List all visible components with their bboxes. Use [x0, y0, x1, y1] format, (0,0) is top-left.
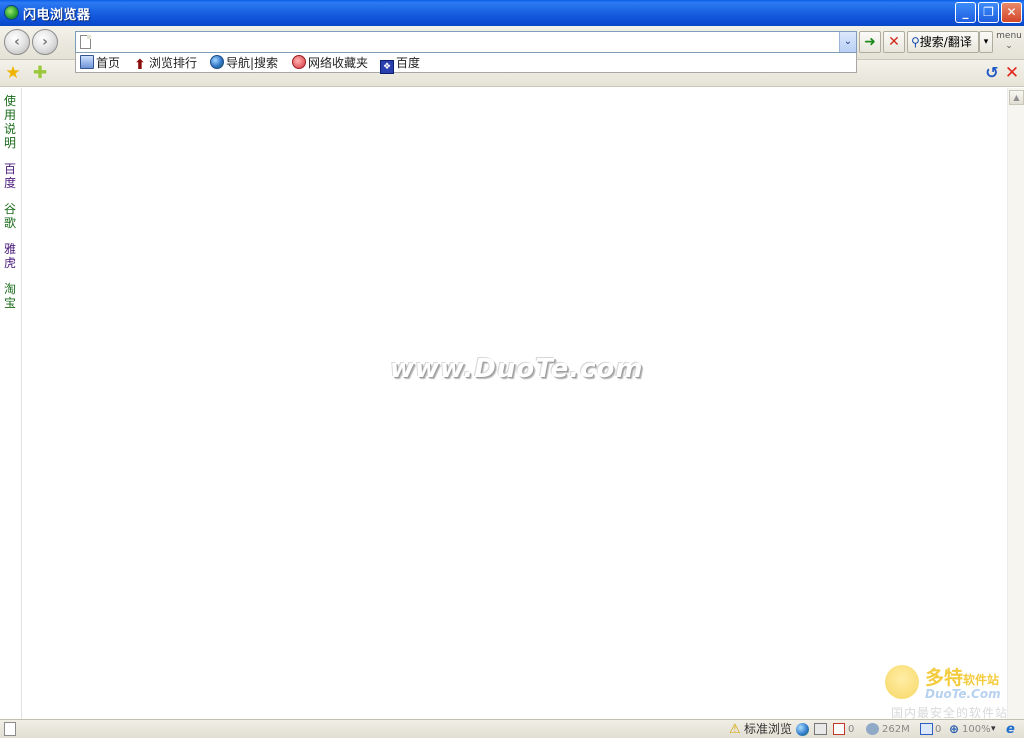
- menu-button[interactable]: menu ⌄: [996, 31, 1022, 51]
- popup-blocker-icon[interactable]: [833, 723, 845, 735]
- link-label: 导航|搜索: [226, 56, 279, 70]
- add-favorite-icon[interactable]: ✚: [31, 64, 49, 82]
- memory-icon[interactable]: [866, 723, 879, 735]
- search-dropdown-button[interactable]: ▾: [979, 31, 993, 53]
- favorites-star-icon[interactable]: ★: [4, 64, 22, 82]
- menu-chevron-icon: ⌄: [1005, 41, 1013, 51]
- vertical-scrollbar[interactable]: ▲: [1007, 88, 1024, 719]
- link-nav-search[interactable]: 导航|搜索: [210, 54, 278, 72]
- back-button[interactable]: ‹: [4, 29, 30, 55]
- window-icon[interactable]: [920, 723, 933, 735]
- duote-mascot-icon: [885, 665, 919, 699]
- zoom-icon[interactable]: ⊕: [949, 722, 959, 737]
- popup-count: 0: [848, 724, 855, 735]
- sidebar-item-baidu[interactable]: 百度: [4, 162, 18, 190]
- address-bar[interactable]: ⌄: [75, 31, 857, 53]
- link-rank[interactable]: ⬆ 浏览排行: [133, 54, 197, 72]
- minimize-button[interactable]: _: [955, 2, 976, 23]
- go-button[interactable]: ➜: [859, 31, 881, 53]
- duote-logo: 多特软件站 DuoTe.Com 国内最安全的软件站: [885, 663, 1020, 720]
- maximize-button[interactable]: ❐: [978, 2, 999, 23]
- globe-icon: [210, 55, 224, 69]
- zoom-dropdown-icon[interactable]: ▾: [991, 722, 996, 737]
- zoom-level[interactable]: 100%: [962, 722, 991, 737]
- address-dropdown-button[interactable]: ⌄: [839, 32, 856, 52]
- site-watermark: www.DuoTe.com: [390, 354, 644, 384]
- address-input[interactable]: [96, 33, 836, 51]
- sidebar-item-taobao[interactable]: 淘宝: [4, 282, 18, 310]
- close-tab-icon[interactable]: ✕: [1004, 64, 1020, 82]
- stop-button[interactable]: ✕: [883, 31, 905, 53]
- page-icon: [80, 35, 91, 49]
- globe-status-icon[interactable]: [796, 723, 809, 736]
- status-bar: ⚠ 标准浏览 0 262M 0 ⊕ 100% ▾ e: [0, 719, 1024, 738]
- screenshot-icon[interactable]: [814, 723, 827, 735]
- menu-label: menu: [996, 31, 1022, 41]
- page-content: 使用说明 百度 谷歌 雅虎 淘宝 www.DuoTe.com 多特软件站 Duo…: [0, 88, 1024, 720]
- forward-button[interactable]: ›: [32, 29, 58, 55]
- warning-icon[interactable]: ⚠: [729, 722, 741, 737]
- browse-mode-label[interactable]: 标准浏览: [744, 722, 792, 737]
- window-count: 0: [935, 724, 942, 735]
- favorites-heart-icon: [292, 55, 306, 69]
- sidebar: 使用说明 百度 谷歌 雅虎 淘宝: [0, 88, 22, 719]
- title-bar[interactable]: 闪电浏览器 _ ❐ ✕: [0, 0, 1024, 26]
- undo-close-icon[interactable]: ↺: [983, 64, 1001, 82]
- sidebar-item-yahoo[interactable]: 雅虎: [4, 242, 18, 270]
- link-home[interactable]: 首页: [80, 54, 120, 72]
- sidebar-item-google[interactable]: 谷歌: [4, 202, 18, 230]
- link-label: 百度: [396, 56, 421, 70]
- window-title: 闪电浏览器: [23, 8, 91, 23]
- rank-arrow-icon: ⬆: [134, 57, 146, 73]
- logo-en: DuoTe.Com: [925, 687, 1001, 701]
- search-translate-label: 搜索/翻译: [919, 35, 972, 49]
- status-page-icon: [4, 722, 16, 736]
- sidebar-item-help[interactable]: 使用说明: [4, 94, 18, 150]
- quick-links-bar: 首页 ⬆ 浏览排行 导航|搜索 网络收藏夹 ❖ 百度: [75, 53, 857, 74]
- link-label: 浏览排行: [149, 56, 198, 70]
- link-baidu[interactable]: ❖ 百度: [380, 54, 421, 74]
- search-icon: ⚲: [911, 35, 920, 49]
- search-translate-button[interactable]: ⚲搜索/翻译: [907, 31, 979, 53]
- ie-engine-icon[interactable]: e: [1006, 722, 1015, 737]
- logo-cn: 多特软件站: [925, 667, 1000, 689]
- baidu-paw-icon: ❖: [380, 60, 394, 74]
- link-net-favorites[interactable]: 网络收藏夹: [292, 54, 368, 72]
- link-label: 网络收藏夹: [308, 56, 369, 70]
- scroll-up-button[interactable]: ▲: [1009, 90, 1024, 105]
- link-label: 首页: [96, 56, 121, 70]
- home-icon: [80, 55, 94, 69]
- app-logo-icon: [4, 5, 19, 20]
- memory-usage: 262M: [882, 724, 910, 735]
- close-window-button[interactable]: ✕: [1001, 2, 1022, 23]
